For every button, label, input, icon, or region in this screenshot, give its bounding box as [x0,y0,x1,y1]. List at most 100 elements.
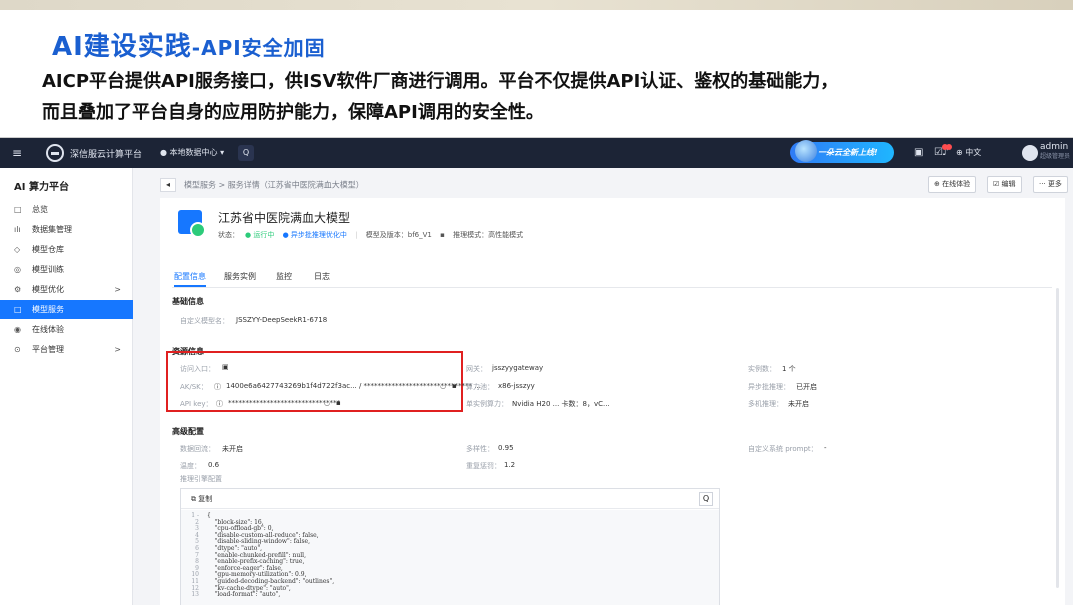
edit-button[interactable]: ☑ 编辑 [987,176,1022,193]
slide-top-stripe [0,0,1073,10]
engine-config-editor[interactable]: ⧉ 复制 Q 1 -2 3 4 5 6 7 8 9 10 11 12 13 { "block-size… [180,488,720,605]
code-line: "load-format": "auto", [207,591,281,599]
apikey-label: API key： [180,400,213,408]
info-icon: ⓘ [214,383,221,391]
top-bar: ≡ 深信服云计算平台 ● 本地数据中心 ▾ Q 一朵云全新上线! ▣ ☑ ♪ ⊕… [0,138,1073,168]
dashboard-icon: □ [14,205,22,214]
sidebar-item-online[interactable]: ◉ 在线体验 [0,320,133,339]
breadcrumb-text[interactable]: 模型服务 > 服务详情（江苏省中医院满血大模型） [184,181,364,190]
diversity-label: 多样性： [466,445,494,453]
page-scrollbar[interactable] [1056,288,1059,588]
search-icon[interactable]: Q [699,492,713,506]
promo-text[interactable]: 一朵云全新上线! [818,147,878,158]
copy-icon[interactable]: ▪ [440,231,445,239]
sidebar-item-training[interactable]: ◎ 模型训练 [0,260,133,279]
service-detail-card: 江苏省中医院满血大模型 状态： ● 运行中 ● 异步批推理优化中 | 模型及版本：… [160,198,1065,605]
service-icon: □ [14,305,22,314]
aksk-label: AK/SK： [180,383,208,391]
region-selector[interactable]: ● 本地数据中心 ▾ [160,147,224,158]
search-icon[interactable]: Q [238,145,254,161]
user-role: 超级管理员 [1040,153,1071,160]
target-icon: ◎ [14,265,21,274]
engine-config-label: 推理引擎配置 [180,475,222,483]
online-trial-button[interactable]: ⊕ 在线体验 [928,176,977,193]
temperature-value: 0.6 [208,461,220,469]
eye-icon[interactable]: ◡ [324,399,330,407]
multi-value: 未开启 [788,400,809,408]
back-arrow-icon[interactable]: ◂ [160,178,176,192]
inference-mode: 推理模式：高性能模式 [453,231,524,239]
pool-label: 算力池： [466,383,494,391]
tab-logs[interactable]: 日志 [314,271,330,282]
user-name: admin [1040,142,1069,152]
retain-value: 未开启 [222,445,243,453]
diversity-value: 0.95 [498,444,514,452]
language-switch[interactable]: ⊕ 中文 [956,147,981,158]
spec-label: 单实例算力： [466,400,508,408]
gateway-label: 网关： [466,365,487,373]
chart-icon: ılı [14,225,21,234]
slide-line-1: AICP平台提供API服务接口，供ISV软件厂商进行调用。平台不仅提供API认证… [42,71,839,92]
box-icon: ◇ [14,245,21,254]
eye-icon[interactable]: ◡ [440,382,446,390]
line-number: 13 [191,591,199,599]
slide-subtitle: -API安全加固 [191,36,326,60]
code-body[interactable]: 1 -2 3 4 5 6 7 8 9 10 11 12 13 { "block-size": 16, … [181,510,719,605]
platform-title: AI 算力平台 [14,182,69,193]
copy-icon[interactable]: ▪ [336,399,341,407]
gear-icon: ⚙ [14,285,22,294]
slide-description: AICP平台提供API服务接口，供ISV软件厂商进行调用。平台不仅提供API认证… [42,66,1042,128]
sidebar-item-optimization[interactable]: ⚙ 模型优化 > [0,280,133,299]
instances-label: 实例数： [748,365,776,373]
detail-tabs: 配置信息 服务实例 监控 日志 [172,268,1052,288]
sidebar-item-platform[interactable]: ⊙ 平台管理 > [0,340,133,359]
retain-label: 数据回流： [180,445,215,453]
user-menu[interactable]: admin 超级管理员 [1040,142,1070,162]
chevron-right-icon: > [114,285,121,294]
editor-header: ⧉ 复制 Q [181,489,719,509]
model-name-label: 自定义模型名： [180,317,229,325]
console-screenshot: ≡ 深信服云计算平台 ● 本地数据中心 ▾ Q 一朵云全新上线! ▣ ☑ ♪ ⊕… [0,137,1073,605]
avatar[interactable] [1022,145,1038,161]
status-running: ● 运行中 [245,231,275,239]
copy-button[interactable]: ⧉ 复制 [191,494,212,504]
entry-link-icon[interactable]: ▣ [222,363,229,371]
model-icon [178,210,206,238]
brand-logo-icon [46,144,64,162]
alert-dot [946,144,952,150]
tab-monitor[interactable]: 监控 [276,271,292,282]
status-async: ● 异步批推理优化中 [282,231,347,239]
line-numbers: 1 -2 3 4 5 6 7 8 9 10 11 12 13 [181,510,203,605]
prompt-value: - [824,444,827,452]
chevron-right-icon: > [114,345,121,354]
tab-config[interactable]: 配置信息 [174,271,206,287]
model-name: 江苏省中医院满血大模型 [218,211,351,225]
advanced-title: 高级配置 [172,427,204,436]
instances-value: 1 个 [782,365,796,373]
multi-label: 多机推理： [748,400,783,408]
sidebar-item-service[interactable]: □ 模型服务 [0,300,133,319]
brand-name: 深信服云计算平台 [70,150,143,160]
spec-value: Nvidia H20 ... 卡数：8，vC... [512,400,610,408]
entry-label: 访问入口： [180,365,215,373]
more-button[interactable]: ··· 更多 [1033,176,1068,193]
screen-icon[interactable]: ▣ [914,147,923,158]
chat-icon: ◉ [14,325,21,334]
slide-title: AI建设实践-API安全加固 [52,32,326,62]
tab-instances[interactable]: 服务实例 [224,271,256,282]
menu-icon[interactable]: ≡ [12,146,22,160]
pool-value: x86-jsszyy [498,382,535,390]
sidebar-item-repository[interactable]: ◇ 模型仓库 [0,240,133,259]
breadcrumb: ◂ 模型服务 > 服务详情（江苏省中医院满血大模型） [160,178,364,192]
sidebar-item-dataset[interactable]: ılı 数据集管理 [0,220,133,239]
copy-icon[interactable]: ▪ [452,382,457,390]
basic-info-title: 基础信息 [172,297,204,306]
temperature-label: 温度： [180,462,201,470]
model-version: 模型及版本：bf6_V1 [365,231,432,239]
penalty-value: 1.2 [504,461,516,469]
async-label: 异步批推理： [748,383,790,391]
gateway-value: jsszyygateway [492,364,544,372]
sidebar-item-overview[interactable]: □ 总览 [0,200,133,219]
code-lines: { "block-size": 16, "cpu-offload-gb": 0,… [207,510,334,599]
settings-icon: ⊙ [14,345,21,354]
